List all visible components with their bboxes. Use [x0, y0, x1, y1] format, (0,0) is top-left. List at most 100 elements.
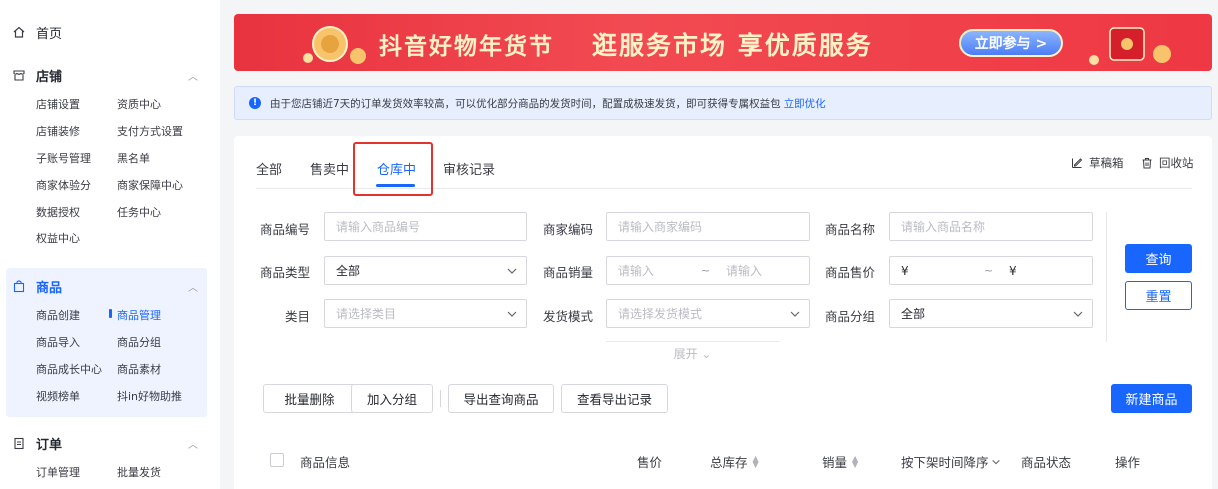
sidebar-item-boost[interactable]: 抖in好物助推 [117, 388, 182, 404]
product-type-select[interactable]: 全部 [324, 256, 527, 285]
ship-mode-placeholder: 请选择发货模式 [618, 307, 703, 321]
sidebar-item-materials[interactable]: 商品素材 [117, 361, 161, 377]
product-type-value: 全部 [336, 264, 361, 278]
tab-highlight-box [353, 142, 433, 196]
chevron-up-icon[interactable]: ︿ [188, 436, 198, 451]
sidebar-item-video-rank[interactable]: 视频榜单 [36, 388, 80, 404]
sidebar-item-decoration[interactable]: 店铺装修 [36, 123, 80, 139]
sidebar-item-data-auth[interactable]: 数据授权 [36, 204, 80, 220]
notice-link[interactable]: 立即优化 [784, 96, 826, 111]
info-icon: ! [249, 97, 261, 109]
column-header-info: 商品信息 [300, 455, 351, 470]
banner-title: 抖音好物年货节 [379, 34, 554, 60]
range-separator: ~ [984, 264, 994, 277]
price-to-prefix[interactable]: ¥ [1009, 264, 1017, 278]
sidebar-item-benefits[interactable]: 权益中心 [36, 230, 80, 246]
notice-text: 由于您店铺近7天的订单发货效率较高，可以优化部分商品的发货时间，配置成极速发货，… [270, 97, 781, 110]
column-header-sales[interactable]: 销量 ▲ ▼ [822, 452, 858, 471]
drafts-label: 草稿箱 [1089, 156, 1124, 170]
category-label: 类目 [284, 309, 310, 324]
sales-from-input[interactable]: 请输入 [618, 262, 654, 279]
merchant-code-input[interactable]: 请输入商家编码 [606, 212, 810, 241]
sidebar-item-store-settings[interactable]: 店铺设置 [36, 96, 80, 112]
banner-cta-button[interactable]: 立即参与 > [959, 29, 1063, 57]
button-divider [440, 390, 441, 407]
batch-delete-button[interactable]: 批量删除 [263, 384, 356, 413]
chevron-down-icon [1073, 311, 1083, 317]
group-select[interactable]: 全部 [889, 299, 1093, 328]
column-header-sort-time[interactable]: 按下架时间降序 [901, 452, 1001, 471]
home-icon [12, 25, 26, 39]
merchant-code-label: 商家编码 [542, 222, 593, 237]
add-to-group-button[interactable]: 加入分组 [351, 384, 433, 413]
export-query-button[interactable]: 导出查询商品 [448, 384, 554, 413]
edit-icon [1071, 157, 1083, 169]
sidebar-item-qualification[interactable]: 资质中心 [117, 96, 161, 112]
search-button[interactable]: 查询 [1125, 244, 1192, 273]
promo-banner[interactable]: 抖音好物年货节 逛服务市场 享优质服务 立即参与 > [234, 14, 1212, 71]
chevron-down-icon [507, 268, 517, 274]
sidebar-item-label: 首页 [36, 26, 63, 42]
sidebar-group-goods[interactable]: 商品 [12, 276, 62, 296]
sales-range-input[interactable]: 请输入 ~ 请输入 [606, 256, 810, 285]
product-id-label: 商品编号 [259, 222, 310, 237]
tab-on-sale[interactable]: 售卖中 [310, 159, 349, 178]
category-select[interactable]: 请选择类目 [324, 299, 527, 328]
sidebar-item-home[interactable]: 首页 [12, 22, 62, 42]
sidebar-item-experience-score[interactable]: 商家体验分 [36, 177, 91, 193]
sidebar-item-payment[interactable]: 支付方式设置 [117, 123, 183, 139]
ship-mode-select[interactable]: 请选择发货模式 [606, 299, 810, 328]
column-header-actions: 操作 [1115, 455, 1141, 470]
price-from-prefix[interactable]: ¥ [901, 264, 909, 278]
sidebar-item-import[interactable]: 商品导入 [36, 334, 80, 350]
category-placeholder: 请选择类目 [336, 307, 397, 321]
gift-decoration-icon [1089, 27, 1171, 65]
chevron-down-icon [991, 459, 1000, 464]
reset-button[interactable]: 重置 [1125, 281, 1192, 310]
sort-icon[interactable]: ▲ ▼ [852, 454, 858, 468]
select-all-checkbox[interactable] [270, 453, 284, 467]
tab-review[interactable]: 审核记录 [443, 159, 495, 178]
column-header-price: 售价 [637, 455, 663, 470]
new-product-button[interactable]: 新建商品 [1111, 384, 1192, 413]
sidebar-item-groups[interactable]: 商品分组 [117, 334, 161, 350]
sidebar-group-orders[interactable]: 订单 [12, 433, 62, 453]
price-label: 商品售价 [824, 265, 875, 280]
sales-to-input[interactable]: 请输入 [726, 262, 762, 279]
drafts-link[interactable]: 草稿箱 [1071, 155, 1124, 171]
sidebar-item-batch-ship[interactable]: 批量发货 [117, 464, 161, 480]
group-label: 商品分组 [824, 309, 875, 324]
sidebar-item-create[interactable]: 商品创建 [36, 307, 80, 323]
expand-filters-toggle[interactable]: 展开 ⌄ [606, 341, 779, 362]
sidebar-item-tasks[interactable]: 任务中心 [117, 204, 161, 220]
recycle-label: 回收站 [1159, 156, 1194, 170]
sidebar-item-order-manage[interactable]: 订单管理 [36, 464, 80, 480]
tab-all[interactable]: 全部 [256, 159, 282, 178]
sidebar-item-subaccount[interactable]: 子账号管理 [36, 150, 91, 166]
store-icon [12, 68, 26, 82]
chevron-up-icon[interactable]: ︿ [188, 279, 198, 294]
product-id-input[interactable]: 请输入商品编号 [324, 212, 527, 241]
sidebar-item-blacklist[interactable]: 黑名单 [117, 150, 150, 166]
group-value: 全部 [901, 307, 926, 321]
notice-bar: ! 由于您店铺近7天的订单发货效率较高，可以优化部分商品的发货时间，配置成极速发… [234, 86, 1212, 120]
sales-label: 商品销量 [542, 265, 593, 280]
sidebar-item-guarantee[interactable]: 商家保障中心 [117, 177, 183, 193]
sidebar-item-manage[interactable]: 商品管理 [117, 307, 161, 323]
sort-icon[interactable]: ▲ ▼ [753, 454, 759, 468]
recycle-link[interactable]: 回收站 [1141, 155, 1194, 171]
export-log-button[interactable]: 查看导出记录 [561, 384, 668, 413]
column-header-status: 商品状态 [1021, 455, 1072, 470]
sidebar-item-growth[interactable]: 商品成长中心 [36, 361, 102, 377]
price-range-input[interactable]: ¥ ~ ¥ [889, 256, 1093, 285]
filter-divider [1106, 212, 1107, 342]
sidebar-group-store[interactable]: 店铺 [12, 65, 62, 85]
column-header-stock[interactable]: 总库存 ▲ ▼ [710, 452, 759, 471]
product-name-label: 商品名称 [824, 222, 875, 237]
active-indicator [109, 309, 112, 318]
product-name-input[interactable]: 请输入商品名称 [889, 212, 1093, 241]
sidebar-group-title: 订单 [36, 437, 63, 453]
bag-icon [12, 279, 26, 293]
chevron-down-icon [507, 311, 517, 317]
chevron-up-icon[interactable]: ︿ [188, 68, 198, 83]
